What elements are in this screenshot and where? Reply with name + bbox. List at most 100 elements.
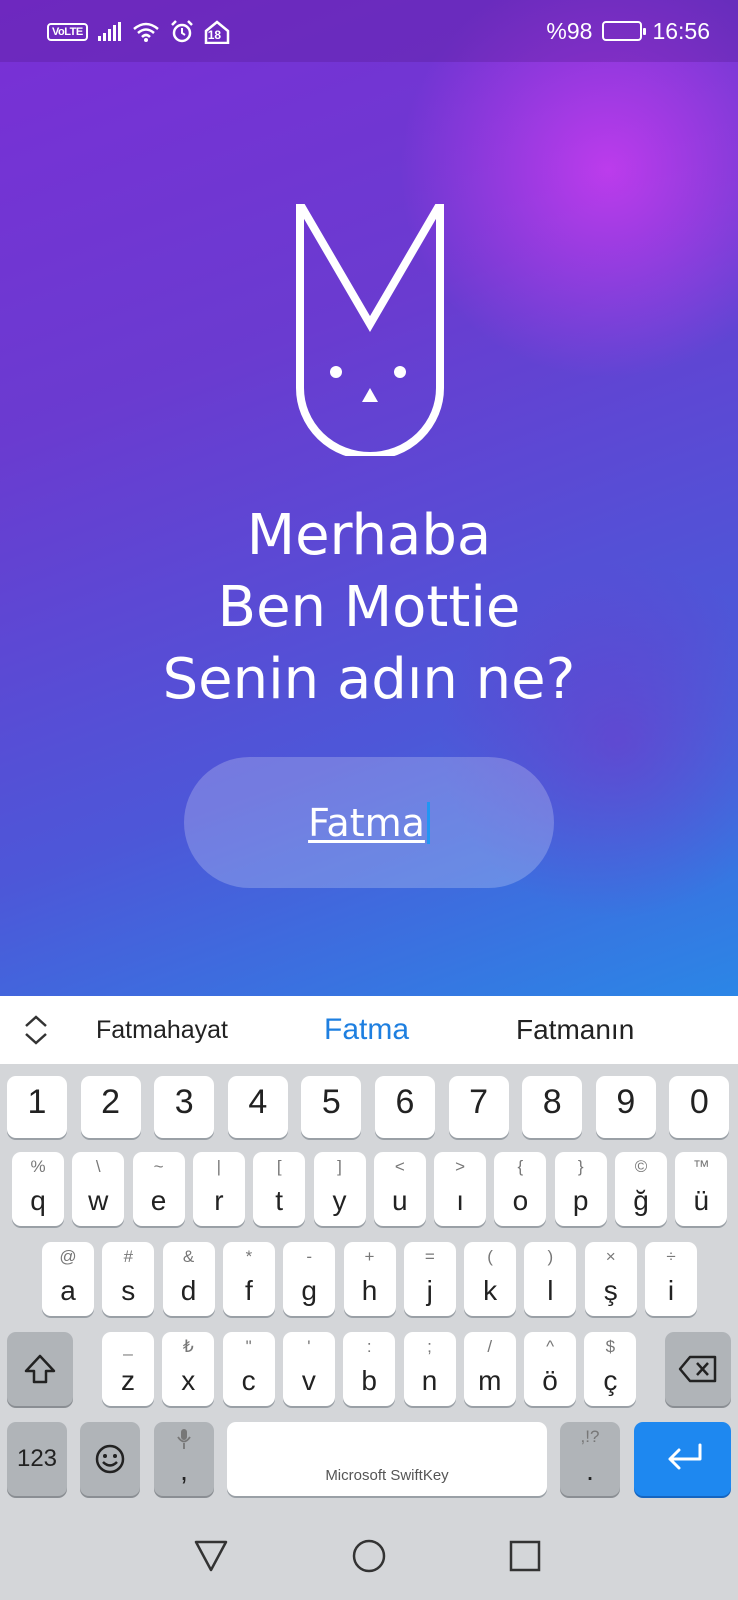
key-label: ı: [456, 1185, 464, 1216]
emoji-key[interactable]: [80, 1422, 140, 1496]
clock: 16:56: [652, 17, 710, 44]
key-z[interactable]: _ z: [102, 1332, 154, 1406]
key-alt-label: +: [364, 1247, 375, 1266]
symbols-key[interactable]: 123: [7, 1422, 67, 1496]
key-q[interactable]: % q: [12, 1152, 64, 1226]
key-t[interactable]: [t: [253, 1152, 306, 1226]
comma-key[interactable]: ,: [154, 1422, 214, 1496]
key-label: 1: [27, 1083, 47, 1121]
key-alt-label: ": [245, 1337, 252, 1356]
shift-key[interactable]: [7, 1332, 73, 1406]
back-button[interactable]: [189, 1534, 233, 1578]
recents-button[interactable]: [503, 1534, 547, 1578]
key-label: ö: [542, 1365, 558, 1396]
key-v[interactable]: ' v: [282, 1332, 335, 1406]
key-a[interactable]: @ a: [42, 1242, 94, 1316]
key-alt-label: >: [455, 1157, 466, 1176]
backspace-key[interactable]: [665, 1332, 731, 1406]
suggestion-2[interactable]: Fatma: [324, 996, 409, 1064]
key-3[interactable]: 3: [154, 1076, 215, 1138]
key-i[interactable]: ÷ i: [645, 1242, 697, 1316]
key-7[interactable]: 7: [448, 1076, 509, 1138]
suggestion-bar: Fatmahayat Fatma Fatmanın: [0, 996, 738, 1064]
key-2[interactable]: 2: [80, 1076, 141, 1138]
key-o[interactable]: {o: [494, 1152, 547, 1226]
greeting-line-1: Merhaba: [246, 503, 492, 568]
microphone-icon: [177, 1429, 191, 1449]
expand-collapse-icon[interactable]: [22, 1014, 50, 1046]
key-alt-label: \: [95, 1157, 101, 1176]
key-b[interactable]: :b: [343, 1332, 396, 1406]
key-ü[interactable]: ™ ü: [675, 1152, 728, 1226]
key-u[interactable]: < u: [373, 1152, 426, 1226]
key-alt-label: }: [577, 1157, 584, 1176]
key-alt-label: $: [605, 1337, 616, 1356]
key-m[interactable]: / m: [463, 1332, 516, 1406]
key-g[interactable]: -g: [283, 1242, 336, 1316]
key-ö[interactable]: ^ ö: [524, 1332, 577, 1406]
key-l[interactable]: ) l: [524, 1242, 577, 1316]
key-alt-label: ): [547, 1247, 554, 1266]
key-9[interactable]: 9: [595, 1076, 656, 1138]
enter-key[interactable]: [634, 1422, 731, 1496]
space-key[interactable]: Microsoft SwiftKey: [227, 1422, 547, 1496]
key-h[interactable]: + h: [343, 1242, 396, 1316]
key-ğ[interactable]: © ğ: [615, 1152, 667, 1226]
key-label: c: [241, 1365, 256, 1396]
key-label: z: [121, 1365, 135, 1396]
key-label: 7: [469, 1083, 489, 1121]
key-w[interactable]: \ w: [72, 1152, 125, 1226]
key-e[interactable]: ~ e: [132, 1152, 185, 1226]
enter-icon: [668, 1443, 701, 1470]
key-0[interactable]: 0: [669, 1076, 730, 1138]
key-label: l: [547, 1275, 554, 1306]
key-label: x: [181, 1365, 196, 1396]
key-alt-label: [: [276, 1157, 282, 1176]
key-k[interactable]: (k: [464, 1242, 517, 1316]
key-j[interactable]: = j: [403, 1242, 456, 1316]
key-d[interactable]: & d: [162, 1242, 215, 1316]
key-y[interactable]: ] y: [313, 1152, 366, 1226]
key-label: b: [361, 1365, 377, 1396]
key-5[interactable]: 5: [301, 1076, 362, 1138]
period-key[interactable]: ,!? .: [560, 1422, 620, 1496]
key-s[interactable]: # s: [102, 1242, 155, 1316]
key-n[interactable]: ; n: [403, 1332, 456, 1406]
key-label: h: [361, 1275, 378, 1306]
key-ç[interactable]: $ ç: [584, 1332, 637, 1406]
comma-key-label: ,: [180, 1455, 188, 1486]
key-label: t: [275, 1185, 284, 1216]
key-label: p: [572, 1185, 589, 1216]
key-c[interactable]: " c: [222, 1332, 275, 1406]
key-8[interactable]: 8: [522, 1076, 583, 1138]
key-label: ü: [693, 1185, 710, 1216]
home-circle-icon: [352, 1539, 386, 1573]
key-f[interactable]: * f: [222, 1242, 275, 1316]
suggestion-3[interactable]: Fatmanın: [516, 996, 634, 1064]
key-label: e: [150, 1185, 167, 1216]
key-6[interactable]: 6: [375, 1076, 435, 1138]
suggestion-1[interactable]: Fatmahayat: [96, 996, 228, 1064]
key-label: ş: [603, 1275, 618, 1306]
key-label: 6: [395, 1083, 415, 1121]
text-cursor: [426, 801, 430, 844]
key-alt-label: ~: [153, 1157, 164, 1176]
backspace-icon: [678, 1355, 717, 1383]
status-bar: VoLTE 18 %98 16:56: [0, 0, 738, 62]
alarm-icon: [170, 20, 193, 43]
key-p[interactable]: } p: [554, 1152, 607, 1226]
key-alt-label: ×: [605, 1247, 616, 1266]
key-x[interactable]: ₺ x: [162, 1332, 215, 1406]
key-ı[interactable]: > ı: [434, 1152, 487, 1226]
name-input[interactable]: Fatma: [184, 757, 554, 888]
key-1[interactable]: 1: [7, 1076, 67, 1138]
key-ş[interactable]: × ş: [584, 1242, 637, 1316]
key-r[interactable]: | r: [192, 1152, 245, 1226]
volte-badge: VoLTE: [47, 23, 88, 41]
period-key-alt: ,!?: [580, 1427, 600, 1446]
greeting-text: Merhaba Ben Mottie Senin adın ne?: [0, 500, 738, 716]
key-4[interactable]: 4: [227, 1076, 288, 1138]
home-button[interactable]: [347, 1534, 391, 1578]
key-label: 4: [248, 1083, 268, 1121]
key-label: 2: [101, 1083, 121, 1121]
